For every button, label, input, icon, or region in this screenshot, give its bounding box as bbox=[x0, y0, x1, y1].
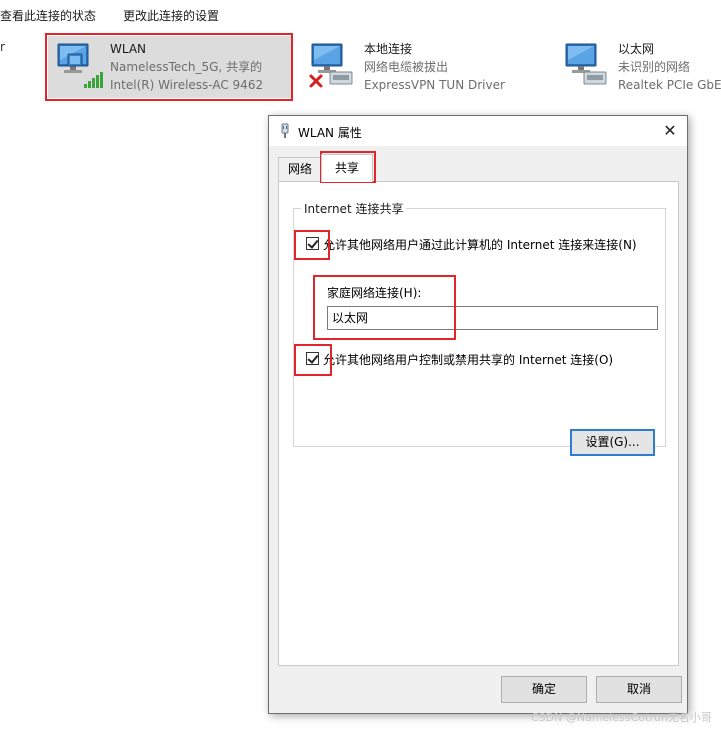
allow-connect-checkbox[interactable] bbox=[306, 237, 319, 250]
watermark: CSDN @NamelessCotrun无名小哥 bbox=[531, 711, 712, 724]
adapter-local-connection[interactable]: 本地连接 网络电缆被拔出 ExpressVPN TUN Driver bbox=[302, 36, 532, 98]
adapter-device: Intel(R) Wireless-AC 9462 bbox=[110, 78, 264, 92]
settings-button[interactable]: 设置(G)... bbox=[570, 429, 655, 456]
wifi-adapter-icon bbox=[54, 40, 104, 90]
allow-connect-label: 允许其他网络用户通过此计算机的 Internet 连接来连接(N) bbox=[323, 238, 637, 252]
cut-off-adapter-text: r bbox=[0, 40, 5, 54]
allow-control-checkbox[interactable] bbox=[306, 352, 319, 365]
wlan-properties-dialog: WLAN 属性 ✕ 网络 共享 Internet 连接共享 允许其他网络用户通过… bbox=[268, 115, 688, 714]
cancel-button[interactable]: 取消 bbox=[596, 676, 682, 703]
home-network-label: 家庭网络连接(H): bbox=[327, 286, 422, 300]
dialog-titlebar[interactable]: WLAN 属性 ✕ bbox=[269, 116, 687, 146]
tab-sharing[interactable]: 共享 bbox=[321, 154, 373, 182]
adapter-name: 以太网 bbox=[618, 42, 655, 56]
adapter-ethernet[interactable]: 以太网 未识别的网络 Realtek PCIe GbE I bbox=[556, 36, 721, 98]
view-status-command[interactable]: 查看此连接的状态 bbox=[0, 7, 96, 24]
home-network-field[interactable]: 以太网 bbox=[327, 306, 658, 330]
adapter-status: NamelessTech_5G, 共享的 bbox=[110, 60, 263, 74]
sharing-tab-panel: Internet 连接共享 允许其他网络用户通过此计算机的 Internet 连… bbox=[278, 181, 679, 666]
internet-sharing-group: Internet 连接共享 允许其他网络用户通过此计算机的 Internet 连… bbox=[293, 200, 666, 456]
ok-button[interactable]: 确定 bbox=[501, 676, 587, 703]
adapter-status: 未识别的网络 bbox=[618, 60, 691, 74]
adapter-wlan[interactable]: WLAN NamelessTech_5G, 共享的 Intel(R) Wirel… bbox=[48, 36, 291, 98]
tab-network[interactable]: 网络 bbox=[278, 157, 322, 181]
adapter-status: 网络电缆被拔出 bbox=[364, 60, 449, 74]
group-title: Internet 连接共享 bbox=[301, 200, 407, 217]
adapter-name: 本地连接 bbox=[364, 42, 413, 56]
ethernet-disconnected-icon bbox=[308, 40, 358, 90]
adapter-device: ExpressVPN TUN Driver bbox=[364, 78, 505, 92]
dialog-title: WLAN 属性 bbox=[298, 126, 362, 140]
change-settings-command[interactable]: 更改此连接的设置 bbox=[123, 7, 219, 24]
ethernet-adapter-icon bbox=[562, 40, 612, 90]
adapter-device: Realtek PCIe GbE I bbox=[618, 78, 721, 92]
close-icon[interactable]: ✕ bbox=[657, 119, 683, 143]
allow-control-label: 允许其他网络用户控制或禁用共享的 Internet 连接(O) bbox=[323, 353, 614, 367]
adapter-name: WLAN bbox=[110, 42, 147, 56]
network-adapter-icon bbox=[279, 123, 291, 139]
